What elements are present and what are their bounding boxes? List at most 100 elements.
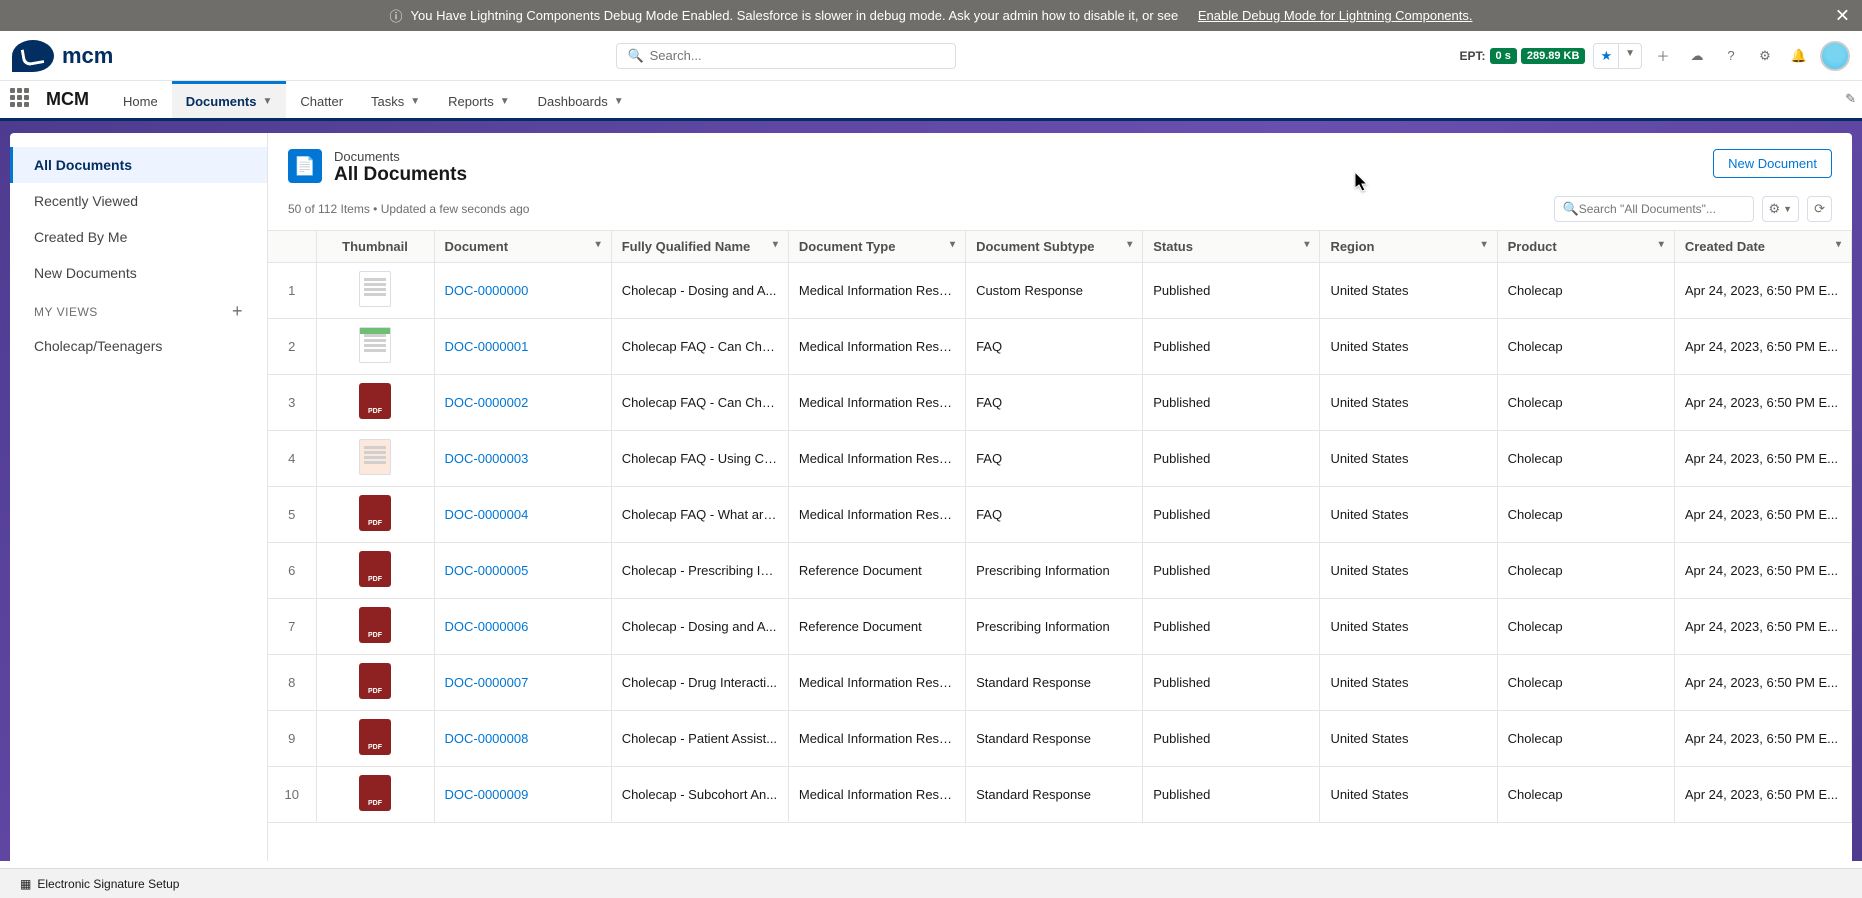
cell-product: Cholecap <box>1497 767 1674 823</box>
setup-gear-icon[interactable]: ⚙ <box>1752 43 1778 69</box>
sidebar-item-created-by-me[interactable]: Created By Me <box>10 219 267 255</box>
document-link[interactable]: DOC-0000002 <box>445 395 529 410</box>
help-icon[interactable]: ? <box>1718 43 1744 69</box>
nav-tab-home[interactable]: Home <box>109 81 172 118</box>
global-search-input[interactable] <box>650 48 946 63</box>
cell-thumbnail[interactable] <box>316 487 434 543</box>
col-header-document-subtype[interactable]: Document Subtype▾ <box>966 231 1143 263</box>
cell-thumbnail[interactable] <box>316 711 434 767</box>
banner-link[interactable]: Enable Debug Mode for Lightning Componen… <box>1198 8 1473 23</box>
nav-tab-documents[interactable]: Documents▼ <box>172 81 287 118</box>
refresh-button[interactable]: ⟳ <box>1807 196 1832 222</box>
table-row[interactable]: 10DOC-0000009Cholecap - Subcohort An...M… <box>268 767 1852 823</box>
table-row[interactable]: 5DOC-0000004Cholecap FAQ - What are...Me… <box>268 487 1852 543</box>
chevron-down-icon[interactable]: ▼ <box>614 96 624 107</box>
utility-esign-setup[interactable]: ▦ Electronic Signature Setup <box>10 873 189 895</box>
close-icon[interactable]: ✕ <box>1835 5 1850 26</box>
col-header-product[interactable]: Product▾ <box>1497 231 1674 263</box>
thumbnail-icon <box>359 327 391 363</box>
cell-product: Cholecap <box>1497 599 1674 655</box>
cell-thumbnail[interactable] <box>316 543 434 599</box>
document-link[interactable]: DOC-0000006 <box>445 619 529 634</box>
add-icon[interactable]: ＋ <box>1650 43 1676 69</box>
col-header-thumbnail[interactable]: Thumbnail <box>316 231 434 263</box>
col-header-document-type[interactable]: Document Type▾ <box>788 231 965 263</box>
col-header-fully-qualified-name[interactable]: Fully Qualified Name▾ <box>611 231 788 263</box>
col-header-created-date[interactable]: Created Date▾ <box>1674 231 1851 263</box>
table-row[interactable]: 9DOC-0000008Cholecap - Patient Assist...… <box>268 711 1852 767</box>
cell-document: DOC-0000003 <box>434 431 611 487</box>
listview-search-input[interactable] <box>1579 202 1745 216</box>
user-avatar[interactable] <box>1820 41 1850 71</box>
table-row[interactable]: 2DOC-0000001Cholecap FAQ - Can Chol...Me… <box>268 319 1852 375</box>
global-search[interactable]: 🔍 <box>616 43 956 69</box>
nav-tab-tasks[interactable]: Tasks▼ <box>357 81 434 118</box>
sort-caret-icon[interactable]: ▾ <box>1659 239 1664 250</box>
new-document-button[interactable]: New Document <box>1713 149 1832 178</box>
add-view-icon[interactable]: + <box>232 301 243 322</box>
cell-thumbnail[interactable] <box>316 375 434 431</box>
col-header-status[interactable]: Status▾ <box>1143 231 1320 263</box>
list-settings-button[interactable]: ⚙ ▼ <box>1762 196 1800 222</box>
document-link[interactable]: DOC-0000007 <box>445 675 529 690</box>
chevron-down-icon[interactable]: ▼ <box>410 96 420 107</box>
document-link[interactable]: DOC-0000004 <box>445 507 529 522</box>
col-header-document[interactable]: Document▾ <box>434 231 611 263</box>
table-row[interactable]: 8DOC-0000007Cholecap - Drug Interacti...… <box>268 655 1852 711</box>
sidebar-item-all-documents[interactable]: All Documents <box>10 147 267 183</box>
favorite-control[interactable]: ★ ▼ <box>1593 43 1642 69</box>
cell-thumbnail[interactable] <box>316 263 434 319</box>
cell-document: DOC-0000006 <box>434 599 611 655</box>
document-link[interactable]: DOC-0000001 <box>445 339 529 354</box>
document-link[interactable]: DOC-0000008 <box>445 731 529 746</box>
chevron-down-icon[interactable]: ▼ <box>1619 44 1641 68</box>
sort-caret-icon[interactable]: ▾ <box>773 239 778 250</box>
refresh-icon: ⟳ <box>1814 201 1825 217</box>
cell-created: Apr 24, 2023, 6:50 PM E... <box>1674 767 1851 823</box>
nav-tab-reports[interactable]: Reports▼ <box>434 81 523 118</box>
cell-region: United States <box>1320 487 1497 543</box>
nav-tab-dashboards[interactable]: Dashboards▼ <box>524 81 638 118</box>
salesforce-help-icon[interactable]: ☁ <box>1684 43 1710 69</box>
cell-type: Reference Document <box>788 543 965 599</box>
cell-thumbnail[interactable] <box>316 319 434 375</box>
row-number: 9 <box>268 711 316 767</box>
cell-thumbnail[interactable] <box>316 655 434 711</box>
sort-caret-icon[interactable]: ▾ <box>596 239 601 250</box>
edit-nav-icon[interactable]: ✎ <box>1845 91 1856 107</box>
table-row[interactable]: 1DOC-0000000Cholecap - Dosing and A...Me… <box>268 263 1852 319</box>
sort-caret-icon[interactable]: ▾ <box>1482 239 1487 250</box>
document-link[interactable]: DOC-0000000 <box>445 283 529 298</box>
sidebar-view-item[interactable]: Cholecap/Teenagers <box>10 328 267 364</box>
cell-thumbnail[interactable] <box>316 599 434 655</box>
cell-thumbnail[interactable] <box>316 431 434 487</box>
col-header-region[interactable]: Region▾ <box>1320 231 1497 263</box>
chevron-down-icon[interactable]: ▼ <box>262 96 272 107</box>
document-link[interactable]: DOC-0000003 <box>445 451 529 466</box>
table-row[interactable]: 7DOC-0000006Cholecap - Dosing and A...Re… <box>268 599 1852 655</box>
table-row[interactable]: 3DOC-0000002Cholecap FAQ - Can Chol...Me… <box>268 375 1852 431</box>
nav-tab-chatter[interactable]: Chatter <box>286 81 357 118</box>
sort-caret-icon[interactable]: ▾ <box>950 239 955 250</box>
table-row[interactable]: 4DOC-0000003Cholecap FAQ - Using Ch...Me… <box>268 431 1852 487</box>
row-number: 10 <box>268 767 316 823</box>
sidebar-item-new-documents[interactable]: New Documents <box>10 255 267 291</box>
row-number: 8 <box>268 655 316 711</box>
notifications-icon[interactable]: 🔔 <box>1786 43 1812 69</box>
document-link[interactable]: DOC-0000005 <box>445 563 529 578</box>
cell-status: Published <box>1143 319 1320 375</box>
cell-thumbnail[interactable] <box>316 767 434 823</box>
listview-search[interactable]: 🔍 <box>1554 196 1754 222</box>
star-icon[interactable]: ★ <box>1594 44 1619 68</box>
chevron-down-icon[interactable]: ▼ <box>500 96 510 107</box>
logo[interactable]: mcm <box>12 40 113 72</box>
table-row[interactable]: 6DOC-0000005Cholecap - Prescribing In...… <box>268 543 1852 599</box>
app-launcher-icon[interactable] <box>10 88 34 112</box>
sort-caret-icon[interactable]: ▾ <box>1836 239 1841 250</box>
document-link[interactable]: DOC-0000009 <box>445 787 529 802</box>
sort-caret-icon[interactable]: ▾ <box>1304 239 1309 250</box>
cell-type: Medical Information Resp... <box>788 767 965 823</box>
row-number: 4 <box>268 431 316 487</box>
sort-caret-icon[interactable]: ▾ <box>1127 239 1132 250</box>
sidebar-item-recently-viewed[interactable]: Recently Viewed <box>10 183 267 219</box>
